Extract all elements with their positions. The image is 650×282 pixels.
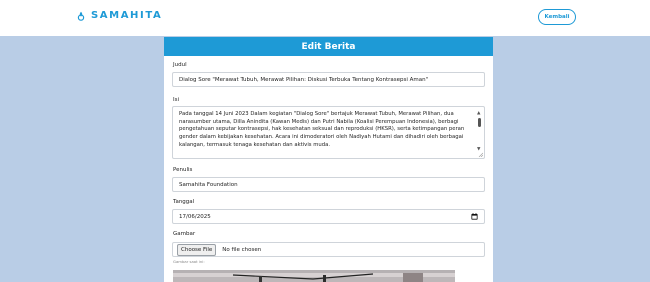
- scroll-up-arrow-icon[interactable]: ▲: [477, 111, 480, 116]
- date-input-value: 17/06/2025: [179, 213, 211, 220]
- edit-news-card: Edit Berita Judul Dialog Sore "Merawat T…: [164, 37, 493, 282]
- preview-photo-graphic: [173, 273, 455, 282]
- author-label: Penulis: [173, 167, 193, 173]
- calendar-icon[interactable]: [471, 213, 478, 220]
- textarea-scrollbar[interactable]: ▲ ▼: [476, 109, 483, 157]
- top-navbar: SAMAHITA Kembali: [0, 0, 650, 36]
- back-button[interactable]: Kembali: [538, 9, 576, 25]
- image-file-input[interactable]: Choose File No file chosen: [172, 242, 485, 257]
- content-textarea[interactable]: Pada tanggal 14 Juni 2023 Dalam kegiatan…: [172, 106, 485, 159]
- title-input[interactable]: Dialog Sore "Merawat Tubuh, Merawat Pili…: [172, 72, 485, 87]
- brand[interactable]: SAMAHITA: [76, 10, 162, 21]
- file-status-text: No file chosen: [222, 246, 262, 253]
- author-input[interactable]: Samahita Foundation: [172, 177, 485, 192]
- author-input-value: Samahita Foundation: [179, 181, 238, 188]
- current-image-preview: [173, 270, 455, 282]
- choose-file-button[interactable]: Choose File: [177, 243, 217, 256]
- current-image-hint: Gambar saat ini:: [173, 259, 205, 264]
- title-label: Judul: [173, 62, 187, 68]
- content-label: Isi: [173, 97, 180, 103]
- scrollbar-thumb[interactable]: [478, 118, 481, 127]
- content-textarea-value: Pada tanggal 14 Juni 2023 Dalam kegiatan…: [179, 111, 465, 148]
- image-label: Gambar: [173, 231, 196, 237]
- date-label: Tanggal: [173, 199, 195, 205]
- brand-name: SAMAHITA: [91, 10, 163, 21]
- samahita-logo-icon: [77, 11, 85, 21]
- form-title: Edit Berita: [164, 37, 493, 56]
- title-input-value: Dialog Sore "Merawat Tubuh, Merawat Pili…: [179, 76, 429, 83]
- resize-handle-icon[interactable]: [478, 152, 483, 157]
- date-input[interactable]: 17/06/2025: [172, 209, 485, 224]
